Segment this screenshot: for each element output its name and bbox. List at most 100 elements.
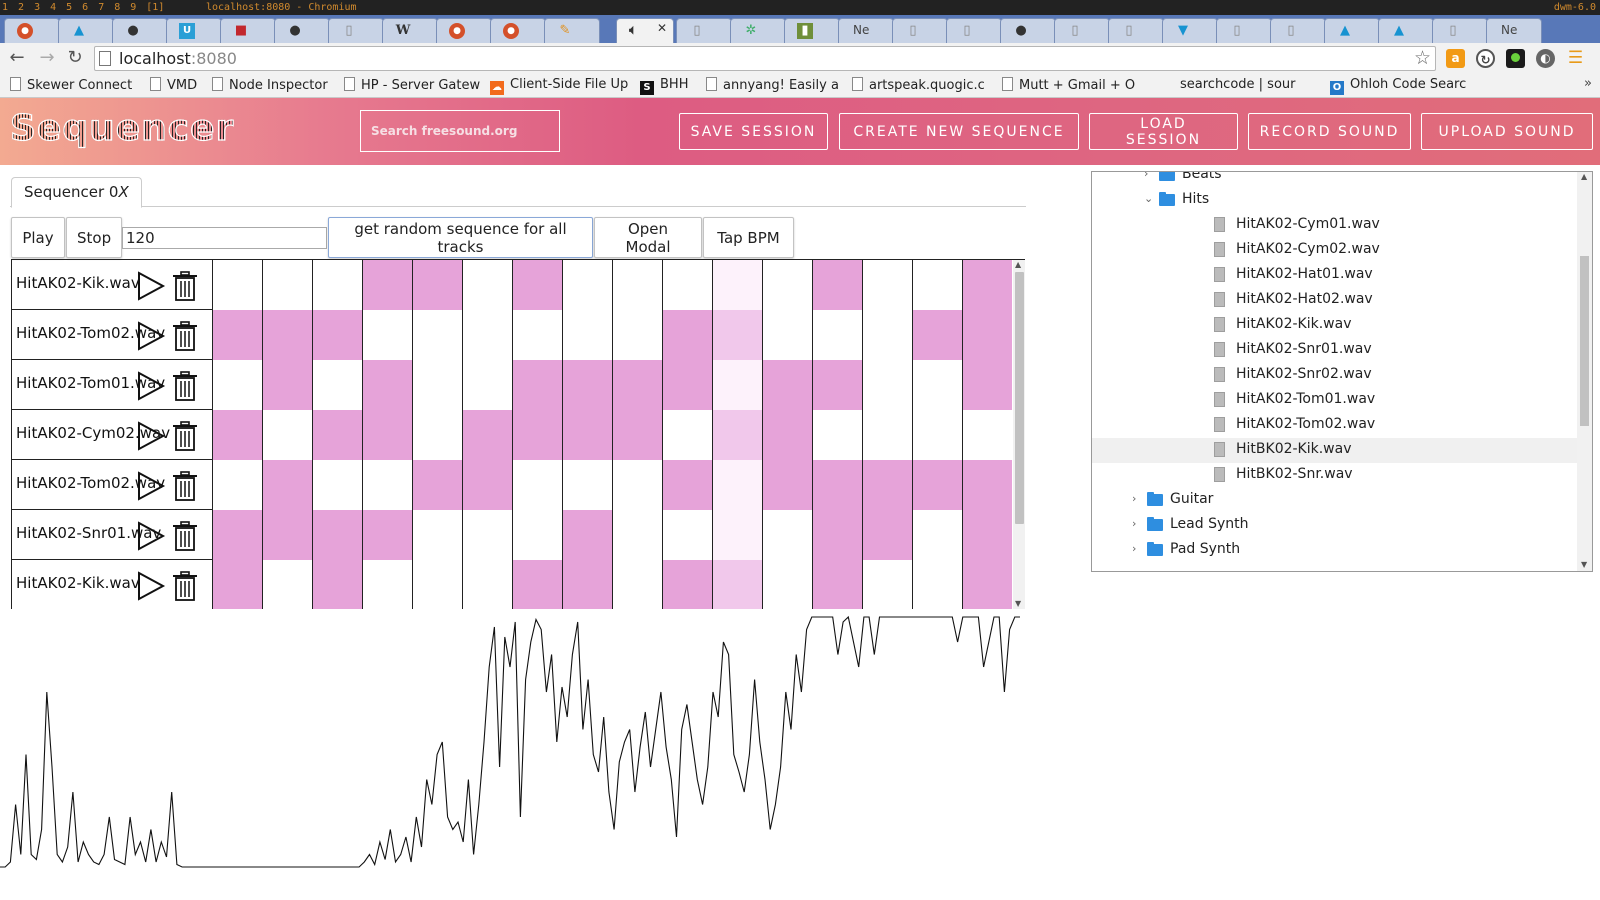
bookmark-item[interactable]: S BHH [640,77,688,95]
browser-tab[interactable]: Ne [838,18,894,43]
step-cell[interactable] [762,260,812,310]
green-dot-extension-icon[interactable] [1506,49,1525,68]
chevron-down-icon[interactable]: ⌄ [1144,192,1153,205]
step-cell[interactable] [962,510,1012,560]
delete-track-icon[interactable] [172,471,198,501]
step-cell[interactable] [712,510,762,560]
step-cell[interactable] [462,260,512,310]
freesound-search-input[interactable] [360,110,560,152]
browser-tab[interactable]: ▲ [1378,18,1434,43]
step-cell[interactable] [562,310,612,360]
forward-arrow-icon[interactable]: → [36,47,58,69]
wm-tag[interactable]: 5 [66,2,72,13]
bookmark-star-icon[interactable]: ☆ [1414,47,1431,69]
step-cell[interactable] [662,410,712,460]
browser-tab[interactable]: ● [436,18,492,43]
browser-tab[interactable]: ▯ [1054,18,1110,43]
step-cell[interactable] [262,510,312,560]
browser-tab[interactable]: ▯ [1216,18,1272,43]
step-cell[interactable] [612,560,662,609]
scroll-up-icon[interactable]: ▲ [1581,172,1587,181]
bookmark-item[interactable]: artspeak.quogic.c [852,77,985,93]
chevron-right-icon[interactable]: › [1132,517,1136,530]
step-cell[interactable] [862,410,912,460]
random-sequence-button[interactable]: get random sequence for all tracks [328,217,593,258]
step-cell[interactable] [512,410,562,460]
step-cell[interactable] [762,310,812,360]
step-cell[interactable] [562,460,612,510]
step-cell[interactable] [312,510,362,560]
step-cell[interactable] [812,510,862,560]
step-cell[interactable] [562,360,612,410]
step-cell[interactable] [962,310,1012,360]
bookmarks-overflow-button[interactable]: » [1584,76,1592,91]
step-cell[interactable] [212,510,262,560]
step-cell[interactable] [212,260,262,310]
grid-scrollbar-thumb[interactable] [1015,272,1024,524]
step-cell[interactable] [362,560,412,609]
step-cell[interactable] [512,510,562,560]
step-cell[interactable] [812,360,862,410]
bpm-input[interactable] [122,227,327,249]
tree-file[interactable]: HitAK02-Hat01.wav [1092,263,1577,288]
step-cell[interactable] [962,360,1012,410]
step-cell[interactable] [912,560,962,609]
step-cell[interactable] [712,310,762,360]
scroll-down-icon[interactable]: ▼ [1581,560,1587,569]
step-cell[interactable] [862,560,912,609]
step-cell[interactable] [212,460,262,510]
step-cell[interactable] [612,510,662,560]
browser-tab[interactable]: ● [274,18,330,43]
play-track-icon[interactable] [136,571,166,601]
step-cell[interactable] [412,460,462,510]
save-session-button[interactable]: SAVE SESSION [679,113,828,150]
play-track-icon[interactable] [136,521,166,551]
bookmark-item[interactable]: annyang! Easily a [706,77,839,93]
tree-folder[interactable]: › Pad Synth [1092,538,1577,563]
step-cell[interactable] [862,510,912,560]
step-cell[interactable] [662,360,712,410]
step-cell[interactable] [812,410,862,460]
open-modal-button[interactable]: Open Modal [594,217,702,258]
step-cell[interactable] [662,260,712,310]
bookmark-item[interactable]: Skewer Connect [10,77,132,93]
play-track-icon[interactable] [136,421,166,451]
step-cell[interactable] [512,260,562,310]
step-cell[interactable] [912,260,962,310]
step-cell[interactable] [212,560,262,609]
browser-tab[interactable]: W [382,18,438,43]
wm-tag[interactable]: 6 [82,2,88,13]
tap-bpm-button[interactable]: Tap BPM [703,217,794,258]
browser-tab[interactable]: ▯ [328,18,384,43]
play-track-icon[interactable] [136,321,166,351]
browser-tab[interactable]: ▯ [1432,18,1488,43]
tree-folder[interactable]: › Beats [1092,172,1577,188]
tree-folder[interactable]: › Lead Synth [1092,513,1577,538]
step-cell[interactable] [712,410,762,460]
step-cell[interactable] [462,560,512,609]
step-cell[interactable] [512,360,562,410]
chevron-right-icon[interactable]: › [1132,542,1136,555]
tree-file[interactable]: HitAK02-Tom02.wav [1092,413,1577,438]
browser-tab[interactable]: ✲ [730,18,786,43]
wm-tag[interactable]: 1 [2,2,8,13]
step-cell[interactable] [312,410,362,460]
upload-sound-button[interactable]: UPLOAD SOUND [1421,113,1593,150]
step-cell[interactable] [712,260,762,310]
tree-file[interactable]: HitBK02-Kik.wav [1092,438,1577,463]
step-cell[interactable] [562,410,612,460]
step-cell[interactable] [462,510,512,560]
step-cell[interactable] [412,510,462,560]
step-cell[interactable] [612,360,662,410]
step-cell[interactable] [612,260,662,310]
tree-file[interactable]: HitAK02-Snr02.wav [1092,363,1577,388]
chevron-right-icon[interactable]: › [1144,172,1148,180]
step-cell[interactable] [662,560,712,609]
step-cell[interactable] [812,310,862,360]
browser-tab[interactable]: ● [4,18,60,43]
step-cell[interactable] [762,560,812,609]
step-cell[interactable] [862,460,912,510]
step-cell[interactable] [362,510,412,560]
step-cell[interactable] [912,510,962,560]
step-cell[interactable] [312,310,362,360]
